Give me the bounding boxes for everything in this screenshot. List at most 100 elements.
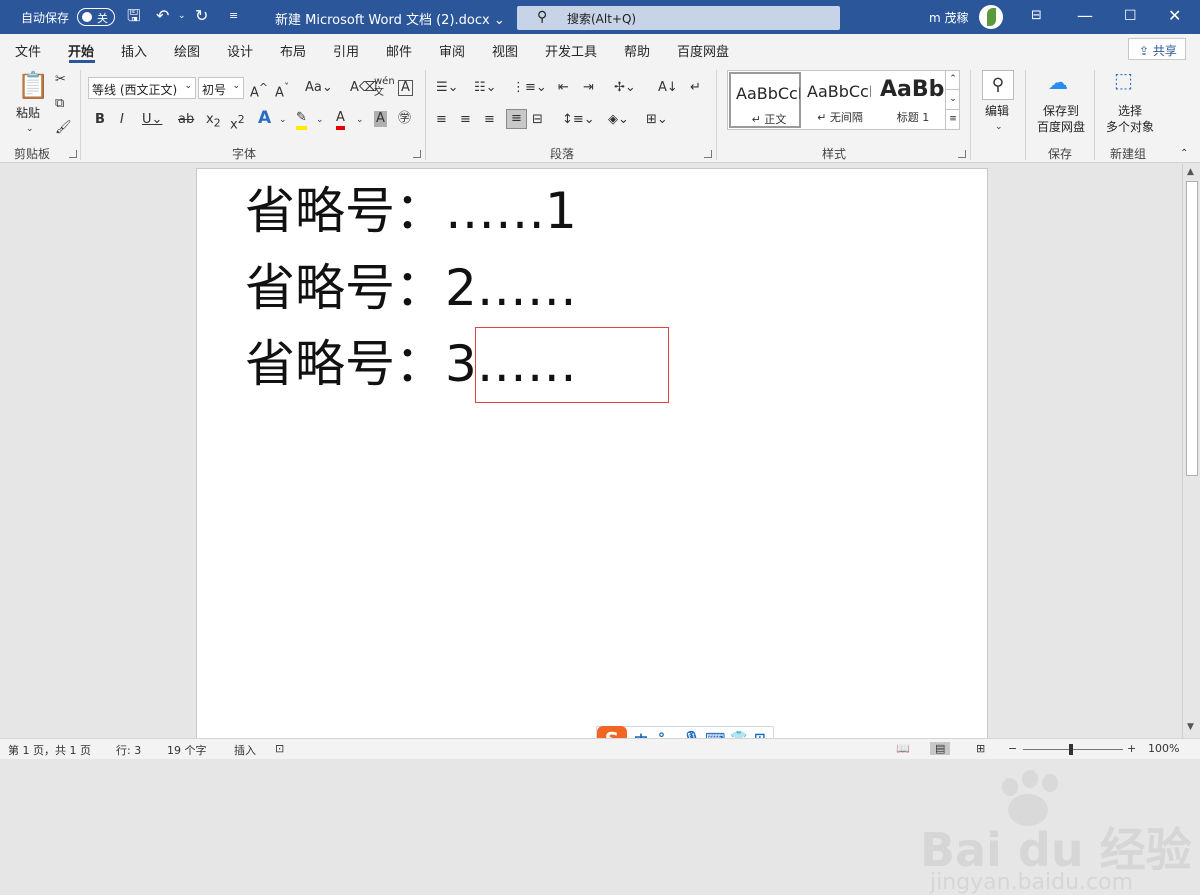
undo-dropdown-icon[interactable]: ⌄ [178, 7, 186, 25]
shading-icon[interactable]: ◈⌄ [608, 112, 629, 128]
subscript-icon[interactable]: x2 [206, 112, 221, 132]
word-count[interactable]: 19 个字 [167, 742, 207, 758]
style-heading-1[interactable]: AaBb 标题 1 [875, 72, 947, 128]
borders-icon[interactable]: ⊞⌄ [646, 112, 668, 128]
numbering-icon[interactable]: ☷⌄ [474, 80, 497, 96]
font-color-icon[interactable]: A [336, 110, 345, 130]
tab-home[interactable]: 开始 [68, 41, 94, 60]
chevron-down-icon[interactable]: ⌄ [995, 119, 1003, 135]
print-layout-icon[interactable]: ▤ [930, 742, 951, 755]
document-title[interactable]: 新建 Microsoft Word 文档 (2).docx ⌄ [275, 9, 505, 28]
grow-font-icon[interactable]: A^ [250, 80, 268, 101]
document-line-1[interactable]: 省略号：……1 [245, 181, 577, 241]
ribbon-display-icon[interactable]: ⊟ [1031, 7, 1042, 25]
avatar[interactable] [979, 5, 1003, 29]
line-number[interactable]: 行: 3 [116, 742, 141, 758]
macro-icon[interactable]: ⊡ [275, 742, 284, 755]
multilevel-list-icon[interactable]: ⋮≡⌄ [512, 80, 547, 96]
bold-icon[interactable]: B [95, 112, 105, 128]
paste-dropdown-icon[interactable]: ⌄ [26, 121, 34, 137]
paragraph-launcher-icon[interactable] [704, 150, 712, 158]
vertical-scrollbar[interactable]: ▲ ▼ [1182, 164, 1200, 738]
scroll-up-icon[interactable]: ▲ [1187, 167, 1194, 177]
search-box[interactable]: ⚲ 搜索(Alt+Q) [517, 6, 840, 30]
styles-scroll-up-icon[interactable]: ⌃ [946, 70, 960, 90]
enclose-characters-icon[interactable]: ㊫ [398, 111, 411, 127]
tab-layout[interactable]: 布局 [280, 41, 306, 60]
select-objects-line1[interactable]: 选择 [1110, 104, 1150, 119]
phonetic-guide-icon[interactable]: wén 文 [374, 76, 395, 98]
underline-icon[interactable]: U⌄ [142, 112, 162, 128]
chevron-down-icon[interactable]: ⌄ [356, 112, 364, 128]
text-effects-icon[interactable]: A [258, 110, 271, 127]
tab-baidu-netdisk[interactable]: 百度网盘 [677, 41, 729, 60]
align-center-icon[interactable]: ≡ [460, 112, 471, 128]
find-icon[interactable]: ⚲ [982, 70, 1014, 100]
highlight-icon[interactable]: ✎ [296, 110, 307, 130]
align-right-icon[interactable]: ≡ [484, 112, 495, 128]
sort-icon[interactable]: A↓ [658, 80, 678, 96]
show-marks-icon[interactable]: ↵ [690, 80, 701, 96]
share-button[interactable]: ⇪ 共享 [1128, 38, 1186, 60]
baidu-netdisk-icon[interactable]: ☁ [1048, 72, 1068, 92]
superscript-icon[interactable]: x2 [230, 112, 245, 133]
style-no-spacing[interactable]: AaBbCcD ↵ 无间隔 [802, 72, 874, 128]
user-name[interactable]: m 茂稼 [929, 9, 969, 26]
bullets-icon[interactable]: ☰⌄ [436, 80, 459, 96]
tab-file[interactable]: 文件 [15, 41, 41, 60]
edit-label[interactable]: 编辑 [985, 104, 1009, 119]
scroll-thumb[interactable] [1186, 181, 1198, 476]
font-launcher-icon[interactable] [413, 150, 421, 158]
copy-icon[interactable]: ⧉ [55, 96, 64, 112]
styles-launcher-icon[interactable] [958, 150, 966, 158]
document-line-2[interactable]: 省略号：2…… [245, 258, 577, 318]
format-painter-icon[interactable]: 🖌 [55, 120, 72, 136]
align-left-icon[interactable]: ≡ [436, 112, 447, 128]
character-border-icon[interactable]: A [398, 80, 413, 96]
character-shading-icon[interactable]: A [374, 111, 387, 127]
zoom-slider-knob[interactable] [1069, 744, 1073, 755]
tab-draw[interactable]: 绘图 [174, 41, 200, 60]
style-normal[interactable]: AaBbCcD ↵ 正文 [729, 72, 801, 128]
autosave-toggle[interactable]: 关 [77, 8, 115, 26]
decrease-indent-icon[interactable]: ⇤ [558, 80, 569, 96]
chinese-layout-icon[interactable]: ✢⌄ [614, 80, 636, 96]
cut-icon[interactable]: ✂ [55, 72, 66, 88]
tab-mailings[interactable]: 邮件 [386, 41, 412, 60]
tab-help[interactable]: 帮助 [624, 41, 650, 60]
clipboard-launcher-icon[interactable] [69, 150, 77, 158]
select-objects-line2[interactable]: 多个对象 [1103, 120, 1157, 135]
save-to-netdisk-line1[interactable]: 保存到 [1036, 104, 1086, 119]
select-objects-icon[interactable]: ⬚ [1114, 70, 1133, 90]
undo-icon[interactable]: ↶ [156, 7, 169, 25]
insert-mode[interactable]: 插入 [234, 742, 256, 758]
justify-icon[interactable]: ≡ [506, 109, 527, 129]
tab-design[interactable]: 设计 [227, 41, 253, 60]
paste-label[interactable]: 粘贴 [16, 106, 40, 121]
chevron-down-icon[interactable]: ⌄ [316, 112, 324, 128]
shrink-font-icon[interactable]: Aˇ [275, 80, 289, 101]
zoom-out-icon[interactable]: − [1008, 742, 1017, 755]
line-spacing-icon[interactable]: ↕≡⌄ [562, 112, 595, 128]
web-layout-icon[interactable]: ⊞ [976, 742, 985, 755]
paste-icon[interactable]: 📋 [17, 72, 49, 100]
maximize-icon[interactable]: ☐ [1124, 7, 1137, 25]
tab-references[interactable]: 引用 [333, 41, 359, 60]
minimize-icon[interactable]: — [1077, 7, 1093, 25]
zoom-in-icon[interactable]: + [1127, 742, 1136, 755]
chevron-down-icon[interactable]: ⌄ [279, 112, 287, 128]
distributed-icon[interactable]: ⊟ [532, 112, 543, 128]
styles-scroll-down-icon[interactable]: ⌄ [946, 90, 960, 110]
tab-developer[interactable]: 开发工具 [545, 41, 597, 60]
font-size-select[interactable]: 初号 ⌄ [198, 77, 244, 99]
italic-icon[interactable]: I [120, 112, 124, 128]
read-mode-icon[interactable]: 📖 [896, 742, 910, 755]
scroll-down-icon[interactable]: ▼ [1187, 722, 1194, 732]
redo-icon[interactable]: ↻ [195, 7, 208, 25]
zoom-slider[interactable] [1023, 749, 1123, 750]
zoom-level[interactable]: 100% [1148, 742, 1179, 755]
save-icon[interactable]: 🖫 [127, 7, 141, 25]
styles-more-icon[interactable]: ≡ [946, 110, 960, 130]
document-page[interactable]: 省略号：……1 省略号：2…… 省略号：3…… [196, 168, 988, 748]
page-count[interactable]: 第 1 页，共 1 页 [8, 742, 91, 758]
